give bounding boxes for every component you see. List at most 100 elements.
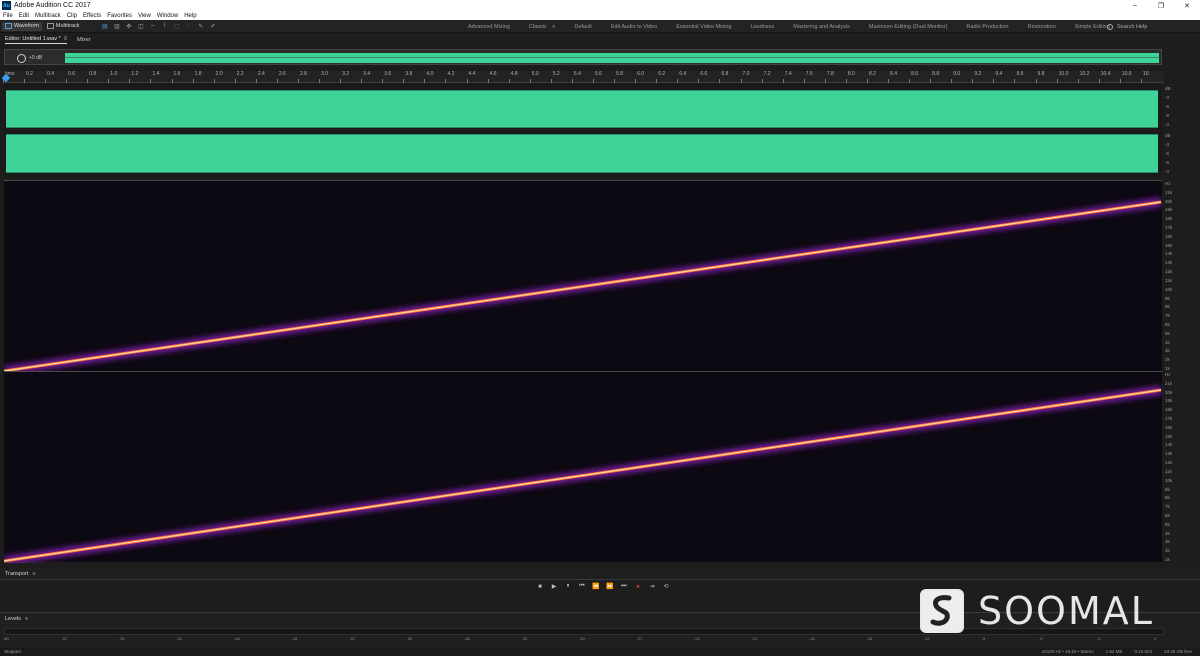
hz-tick: 18k [1165, 216, 1173, 222]
hz-tick: 12k [1165, 460, 1173, 466]
spot-healing-icon[interactable]: ✐ [208, 22, 217, 31]
hz-tick: 7k [1165, 313, 1170, 319]
razor-tool-icon[interactable]: ◫ [136, 22, 145, 31]
spectral-display-right[interactable] [3, 371, 1162, 566]
transport-menu-icon[interactable]: ≡ [32, 571, 35, 577]
spectral-sweep-left [3, 197, 1162, 376]
workspace-restoration[interactable]: Restoration [1028, 24, 1056, 30]
hz-scale-right: Hz 21k 20k 19k 18k 17k 16k 15k 14k 13k 12k 11k 10k 9k… [1162, 371, 1198, 562]
hz-tick: 21k [1165, 380, 1173, 386]
menu-effects[interactable]: Effects [83, 13, 101, 19]
move-tool-icon[interactable]: ✥ [124, 22, 133, 31]
ruler-tick: 0.2 [24, 71, 33, 83]
menu-file[interactable]: File [3, 13, 13, 19]
play-button[interactable]: ▶ [547, 582, 561, 591]
waveform-left-channel[interactable] [4, 84, 1162, 130]
search-help-input[interactable]: Search Help [1107, 22, 1197, 31]
multitrack-mode-label: Multitrack [55, 23, 80, 29]
ruler-tick: 9.4 [993, 71, 1002, 83]
ruler-tick: 3.4 [361, 71, 370, 83]
menu-view[interactable]: View [138, 13, 151, 19]
workspace-default[interactable]: Default [574, 24, 591, 30]
ruler-tick: 2.6 [276, 71, 286, 83]
ruler-tick: 7.4 [782, 71, 792, 83]
tab-mixer[interactable]: Mixer [77, 37, 90, 43]
menu-edit[interactable]: Edit [19, 13, 29, 19]
menu-clip[interactable]: Clip [67, 13, 77, 19]
maximize-button[interactable]: ❐ [1148, 0, 1174, 11]
waveform-mode-button[interactable]: Waveform [2, 21, 42, 31]
hz-tick: 10k [1165, 477, 1173, 483]
hud-volume[interactable]: +0 dB [7, 52, 63, 64]
menu-favorites[interactable]: Favorites [107, 13, 132, 19]
status-bar: Stopped 44100 Hz • 16-bit • Stereo 1.82 … [0, 648, 1200, 656]
levels-tick: -3 [1096, 636, 1101, 641]
workspace-edit-audio-to-video[interactable]: Edit Audio to Video [611, 24, 657, 30]
status-format: 44100 Hz • 16-bit • Stereo [1041, 649, 1094, 654]
workspace-loudness[interactable]: Loudness [750, 24, 774, 30]
hz-tick: 2k [1165, 548, 1170, 554]
hz-tick: 1k [1165, 557, 1170, 562]
menu-window[interactable]: Window [157, 13, 178, 19]
go-to-start-button[interactable]: ⏮ [575, 582, 589, 591]
lasso-tool-icon[interactable]: ◌ [184, 22, 193, 31]
workspace-mastering-and-analysis[interactable]: Mastering and Analysis [793, 24, 850, 30]
hz-tick: 9k [1165, 486, 1170, 492]
workspace-classic[interactable]: Classic ≡ [529, 24, 555, 30]
minimize-button[interactable]: – [1122, 0, 1148, 11]
slip-tool-icon[interactable]: ⇔ [148, 22, 157, 31]
spectral-display-left[interactable] [3, 180, 1162, 376]
ruler-tick: 5.8 [614, 71, 623, 83]
pitch-display-icon[interactable]: ▥ [112, 22, 121, 31]
levels-menu-icon[interactable]: ≡ [25, 616, 28, 622]
tab-editor[interactable]: Editor: Untitled 1.wav * ≡ [5, 36, 68, 44]
ruler-tick: 1.4 [150, 71, 159, 83]
pause-button[interactable]: ⏸ [561, 582, 575, 591]
levels-tick: dB [4, 636, 9, 641]
hz-tick: 17k [1165, 225, 1173, 231]
hz-tick: 7k [1165, 504, 1170, 510]
multitrack-mode-button[interactable]: Multitrack [44, 22, 83, 31]
hz-tick: 20k [1165, 198, 1173, 204]
volume-knob-icon[interactable] [17, 53, 26, 63]
play-to-end-button[interactable]: ⇥ [645, 582, 659, 591]
workspace-simple-editing[interactable]: Simple Editing [1075, 24, 1110, 30]
ruler-tick: 1.2 [129, 71, 138, 83]
record-button[interactable]: ● [631, 582, 645, 591]
fast-forward-button[interactable]: ⏩ [603, 582, 617, 591]
ruler-tick: 1.8 [192, 71, 202, 83]
levels-tick: -6 [1039, 636, 1043, 641]
hz-tick: 17k [1165, 416, 1173, 422]
close-button[interactable]: ✕ [1174, 0, 1200, 11]
ruler-tick: 10. [1140, 71, 1150, 83]
waveform-right-channel[interactable] [4, 131, 1162, 177]
waveform-overview[interactable]: +0 dB [4, 49, 1162, 65]
levels-tick: -57 [61, 636, 68, 641]
marquee-tool-icon[interactable]: ⬚ [172, 22, 181, 31]
ruler-tick: 7.8 [824, 71, 834, 83]
hz-scale-left: Hz 21k 20k 19k 18k 17k 16k 15k 14k 13k 12k 11k 10k 9k… [1162, 180, 1198, 371]
workspace-radio-production[interactable]: Radio Production [966, 24, 1008, 30]
hz-tick: 12k [1165, 269, 1173, 275]
ruler-tick: 5.2 [550, 71, 560, 83]
menu-help[interactable]: Help [184, 13, 196, 19]
workspace-advanced-mixing[interactable]: Advanced Mixing [468, 24, 510, 30]
workspace-essential-video-mixing[interactable]: Essential Video Mixing [676, 24, 731, 30]
levels-tick: -27 [636, 636, 643, 641]
status-free-space: 23.48 GB free [1163, 649, 1192, 654]
ruler-tick: 6.6 [698, 71, 707, 83]
loop-playback-button[interactable]: ⟲ [659, 582, 673, 591]
time-ruler[interactable]: hms 0.2 0.4 0.6 0.8 1.0 1.2 1.4 1.6 1.8 2.0 2.2 2.4… [2, 71, 1164, 83]
stop-button[interactable]: ■ [533, 582, 547, 591]
menu-multitrack[interactable]: Multitrack [35, 13, 61, 19]
brush-tool-icon[interactable]: ✎ [196, 22, 205, 31]
time-selection-icon[interactable]: I [160, 22, 169, 31]
ruler-tick: 3.0 [319, 71, 328, 83]
levels-tick: -42 [349, 636, 355, 641]
go-to-end-button[interactable]: ⏭ [617, 582, 631, 591]
spectral-display-icon[interactable]: ▤ [100, 22, 109, 31]
ruler-tick: 8.0 [845, 71, 855, 83]
rewind-button[interactable]: ⏪ [589, 582, 603, 591]
overview-waveform-strip [65, 53, 1159, 63]
workspace-maximum-editing[interactable]: Maximum Editing (Dual Monitor) [869, 24, 948, 30]
